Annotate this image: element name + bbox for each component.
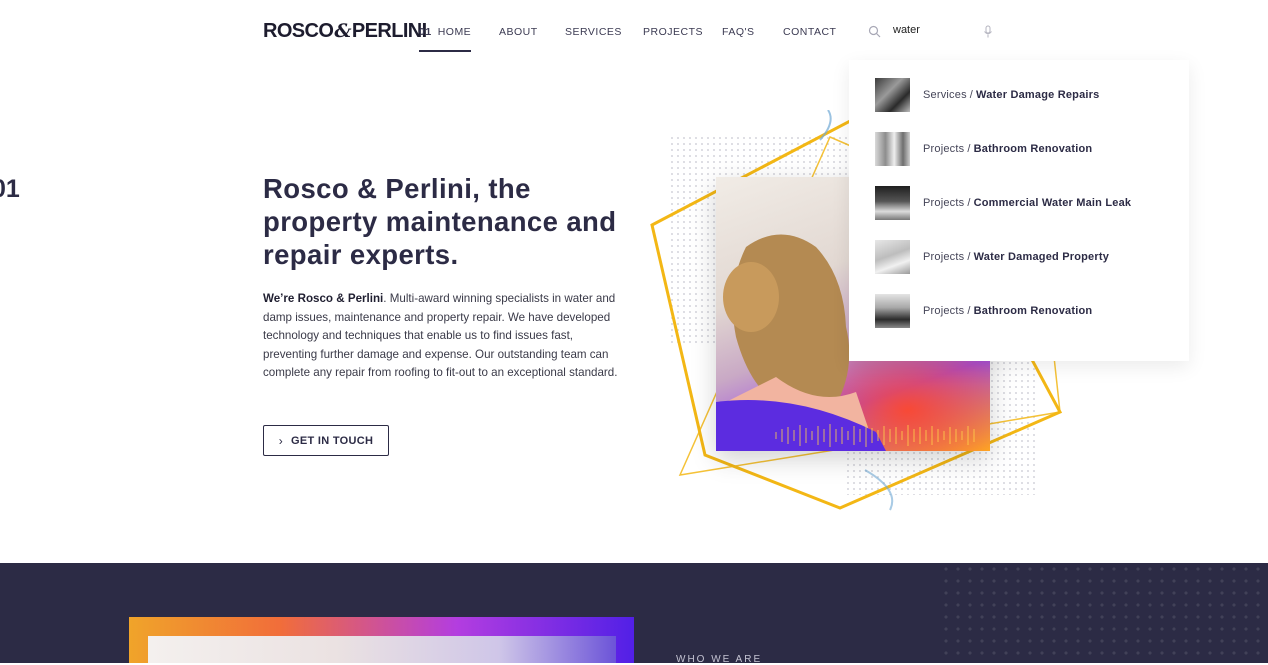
result-category: Services — [923, 89, 967, 101]
nav-item-services[interactable]: SERVICES — [565, 26, 622, 50]
search-result-thumbnail — [875, 186, 910, 220]
microphone-icon[interactable] — [983, 25, 993, 44]
nav-item-projects[interactable]: PROJECTS — [643, 26, 703, 50]
hero-body: We’re Rosco & Perlini. Multi-award winni… — [263, 290, 628, 383]
hero-body-text: . Multi-award winning specialists in wat… — [263, 292, 618, 380]
nav-home-number: 01 — [419, 26, 432, 38]
result-category: Projects — [923, 305, 965, 317]
chevron-right-icon: › — [278, 433, 284, 448]
search-result-thumbnail — [875, 78, 910, 112]
result-separator: / — [967, 143, 971, 155]
search-result-item[interactable]: Projects / Water Damaged Property — [875, 240, 1175, 274]
nav-home-label: HOME — [437, 26, 472, 38]
result-title: Commercial Water Main Leak — [973, 197, 1132, 209]
search-result-thumbnail — [875, 240, 910, 274]
result-separator: / — [967, 251, 971, 263]
slide-number: 01 — [0, 175, 20, 203]
logo-ampersand: & — [334, 20, 351, 42]
search-icon[interactable] — [868, 25, 881, 43]
logo-text-right: PERLINI — [351, 20, 427, 42]
result-title: Water Damaged Property — [973, 251, 1110, 263]
result-category: Projects — [923, 251, 965, 263]
result-separator: / — [967, 197, 971, 209]
nav-item-contact[interactable]: CONTACT — [783, 26, 836, 50]
search-results-dropdown: Services / Water Damage Repairs Projects / B… — [849, 60, 1189, 361]
search-result-item[interactable]: Projects / Bathroom Renovation — [875, 132, 1175, 166]
search-result-item[interactable]: Services / Water Damage Repairs — [875, 78, 1175, 112]
get-in-touch-button[interactable]: › GET IN TOUCH — [263, 425, 389, 456]
result-title: Water Damage Repairs — [976, 89, 1100, 101]
hero-title: Rosco & Perlini, the property maintenanc… — [263, 173, 617, 270]
search-result-item[interactable]: Projects / Bathroom Renovation — [875, 294, 1175, 328]
result-separator: / — [969, 89, 974, 101]
hero-body-brand: We’re Rosco & Perlini — [263, 292, 384, 305]
search-input[interactable] — [893, 24, 973, 36]
result-separator: / — [967, 305, 971, 317]
result-title: Bathroom Renovation — [973, 305, 1093, 317]
search-result-thumbnail — [875, 294, 910, 328]
about-dot-pattern — [940, 563, 1268, 663]
about-image — [148, 636, 616, 663]
about-section-label: WHO WE ARE — [676, 654, 763, 665]
result-title: Bathroom Renovation — [973, 143, 1093, 155]
nav-item-home[interactable]: 01 HOME — [419, 26, 472, 52]
search-result-item[interactable]: Projects / Commercial Water Main Leak — [875, 186, 1175, 220]
brand-logo[interactable]: ROSCO&PERLINI — [263, 20, 427, 43]
result-category: Projects — [923, 143, 965, 155]
search-result-thumbnail — [875, 132, 910, 166]
nav-item-faqs[interactable]: FAQ'S — [722, 26, 755, 50]
result-category: Projects — [923, 197, 965, 209]
get-in-touch-label: GET IN TOUCH — [291, 434, 374, 447]
nav-item-about[interactable]: ABOUT — [499, 26, 538, 50]
logo-text-left: ROSCO — [263, 20, 334, 42]
